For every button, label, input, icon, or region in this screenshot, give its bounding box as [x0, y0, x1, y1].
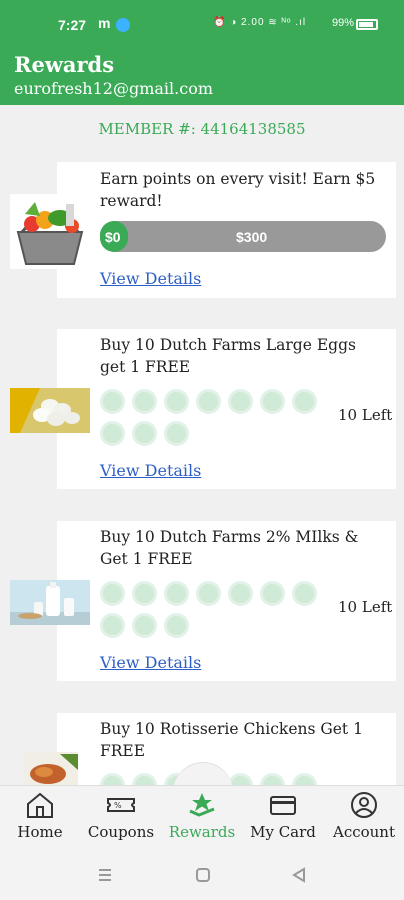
- reward-title-visit: Earn points on every visit! Earn $5 rewa…: [100, 170, 376, 210]
- punch-dot: [164, 389, 189, 414]
- remaining-count-milk: 10 Left: [338, 598, 393, 616]
- points-progress-bar: $0 $300: [100, 221, 386, 252]
- home-icon: [27, 792, 53, 818]
- punch-dot: [292, 581, 317, 606]
- punch-dot: [100, 389, 125, 414]
- nav-account-label: Account: [332, 823, 395, 841]
- battery-icon: [356, 19, 378, 30]
- status-bar: 7:27 m ⏰ ◑ 2.00 ≋ ᴺᵒ .ıl 99%: [0, 0, 404, 50]
- battery-percent: 99%: [332, 17, 355, 29]
- punch-dot: [100, 421, 125, 446]
- view-details-link-visit[interactable]: View Details: [100, 269, 201, 288]
- eggs-image: [10, 388, 90, 433]
- app-header: Rewards eurofresh12@gmail.com: [0, 50, 404, 105]
- app-notification-icon: [116, 18, 130, 32]
- nav-rewards-label: Rewards: [168, 823, 236, 841]
- reward-title-milk: Buy 10 Dutch Farms 2% MIlks & Get 1 FREE: [100, 528, 359, 568]
- punch-dot: [132, 581, 157, 606]
- punch-dot: [100, 613, 125, 638]
- remaining-count-eggs: 10 Left: [338, 406, 393, 424]
- punch-dot: [196, 389, 221, 414]
- punch-dot: [260, 389, 285, 414]
- nav-coupons[interactable]: % Coupons: [81, 791, 161, 841]
- svg-text:%: %: [114, 801, 122, 810]
- punch-dot: [132, 421, 157, 446]
- system-navigation-bar: [0, 851, 404, 900]
- page-title: Rewards: [14, 52, 115, 77]
- reward-title-chicken: Buy 10 Rotisserie Chickens Get 1 FREE: [100, 720, 363, 760]
- punch-dot: [164, 613, 189, 638]
- punch-dots-milk: [100, 581, 330, 638]
- punch-dot: [228, 389, 253, 414]
- punch-dot: [260, 581, 285, 606]
- punch-dots-eggs: [100, 389, 330, 446]
- nav-my-card[interactable]: My Card: [243, 791, 323, 841]
- punch-dot: [228, 581, 253, 606]
- nav-rewards[interactable]: Rewards: [162, 791, 242, 841]
- bottom-navigation: Home % Coupons Rewards My Card Account: [0, 785, 404, 851]
- user-email: eurofresh12@gmail.com: [14, 79, 214, 98]
- coupon-icon: %: [107, 798, 135, 812]
- nav-account[interactable]: Account: [324, 791, 404, 841]
- punch-dot: [196, 581, 221, 606]
- member-number: MEMBER #: 44164138585: [98, 120, 306, 138]
- punch-dot: [132, 613, 157, 638]
- home-square-icon[interactable]: [194, 866, 212, 884]
- rewards-star-icon: [189, 793, 215, 817]
- nav-my-card-label: My Card: [250, 823, 316, 841]
- grocery-basket-image: [10, 194, 90, 269]
- punch-dot: [164, 421, 189, 446]
- back-triangle-icon[interactable]: [290, 866, 308, 884]
- reward-title-eggs: Buy 10 Dutch Farms Large Eggs get 1 FREE: [100, 336, 356, 376]
- milk-image: [10, 580, 90, 625]
- status-icons: ⏰ ◑ 2.00 ≋ ᴺᵒ .ıl: [213, 17, 307, 28]
- progress-start-label: $0: [105, 229, 121, 245]
- chicken-image: [24, 752, 78, 786]
- status-app-letter: m: [98, 15, 111, 31]
- nav-home-label: Home: [17, 823, 63, 841]
- punch-dot: [164, 581, 189, 606]
- recent-apps-icon[interactable]: [96, 866, 114, 884]
- status-time: 7:27: [58, 17, 87, 33]
- nav-home[interactable]: Home: [0, 791, 80, 841]
- punch-dot: [132, 389, 157, 414]
- view-details-link-eggs[interactable]: View Details: [100, 461, 201, 480]
- punch-dot: [292, 389, 317, 414]
- nav-coupons-label: Coupons: [87, 823, 155, 841]
- progress-goal-label: $300: [236, 229, 268, 245]
- card-icon: [270, 796, 296, 815]
- punch-dot: [100, 581, 125, 606]
- account-icon: [351, 792, 377, 818]
- view-details-link-milk[interactable]: View Details: [100, 653, 201, 672]
